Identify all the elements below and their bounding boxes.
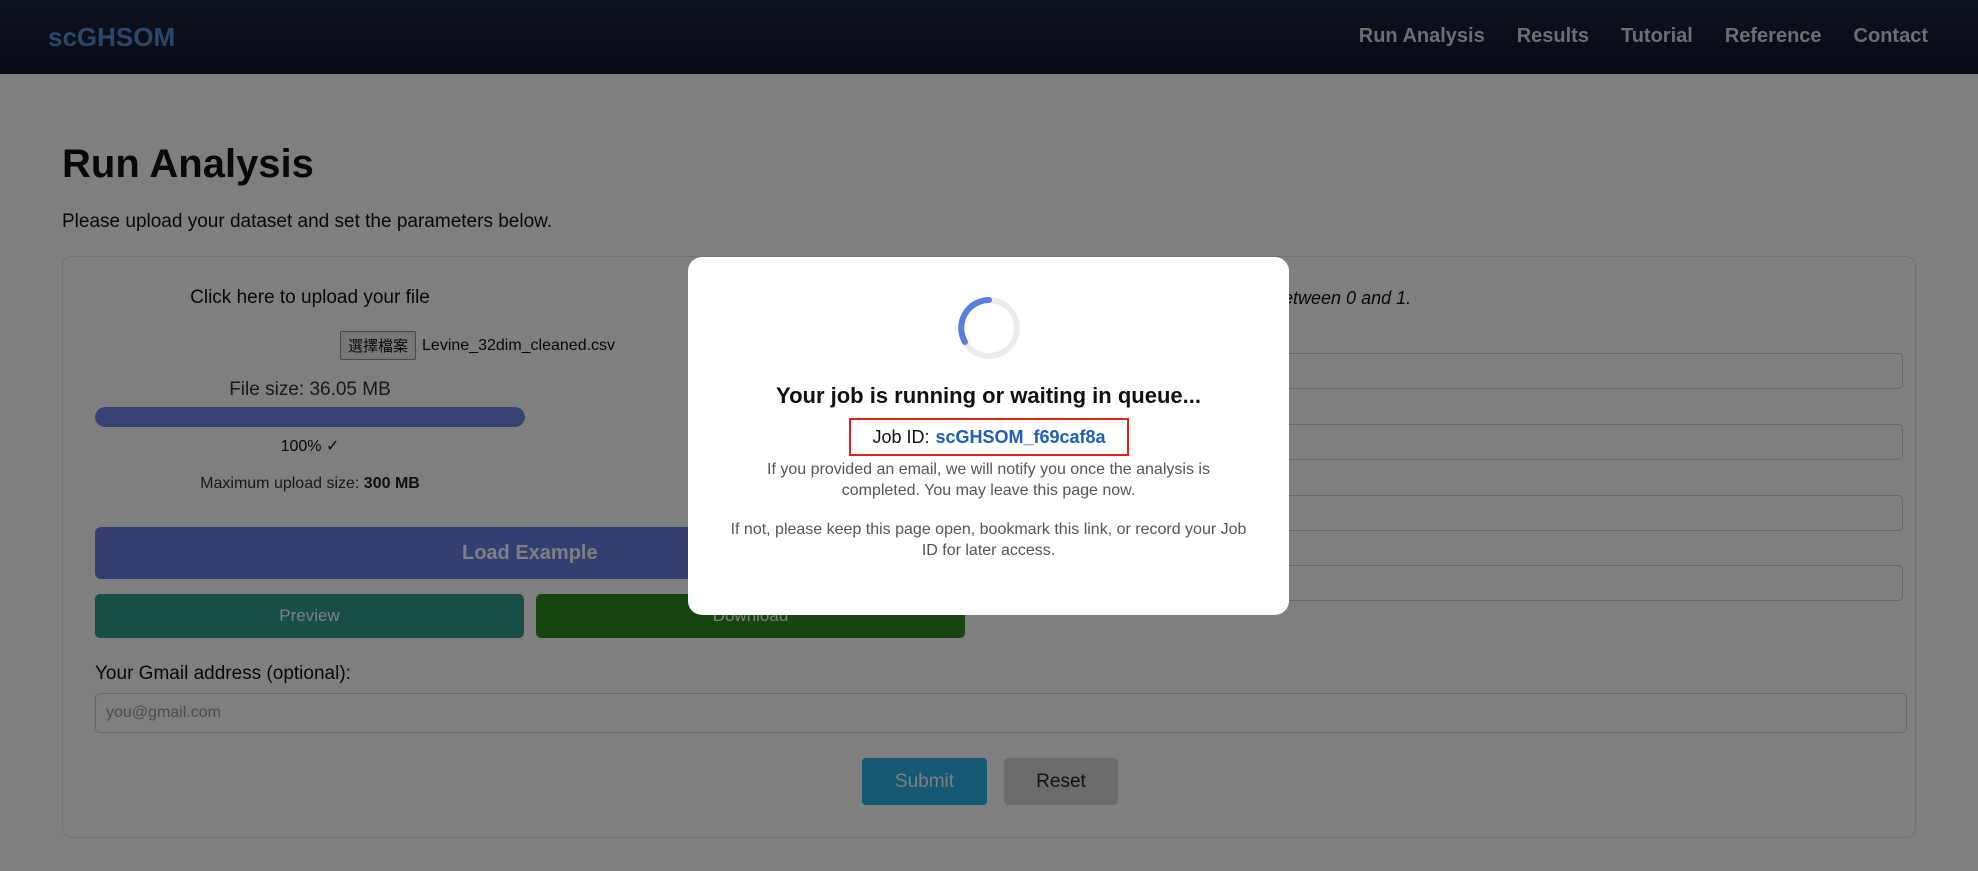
email-notice: If you provided an email, we will notify… bbox=[767, 461, 1210, 499]
loading-spinner-icon bbox=[958, 297, 1020, 359]
job-status-modal: Your job is running or waiting in queue.… bbox=[688, 257, 1289, 615]
job-id-value[interactable]: scGHSOM_f69caf8a bbox=[935, 427, 1105, 448]
keep-open-notice: If not, please keep this page open, book… bbox=[730, 521, 1247, 559]
modal-title: Your job is running or waiting in queue.… bbox=[776, 383, 1201, 408]
job-id-box: Job ID: scGHSOM_f69caf8a bbox=[849, 418, 1129, 456]
job-id-label: Job ID: bbox=[872, 426, 930, 447]
